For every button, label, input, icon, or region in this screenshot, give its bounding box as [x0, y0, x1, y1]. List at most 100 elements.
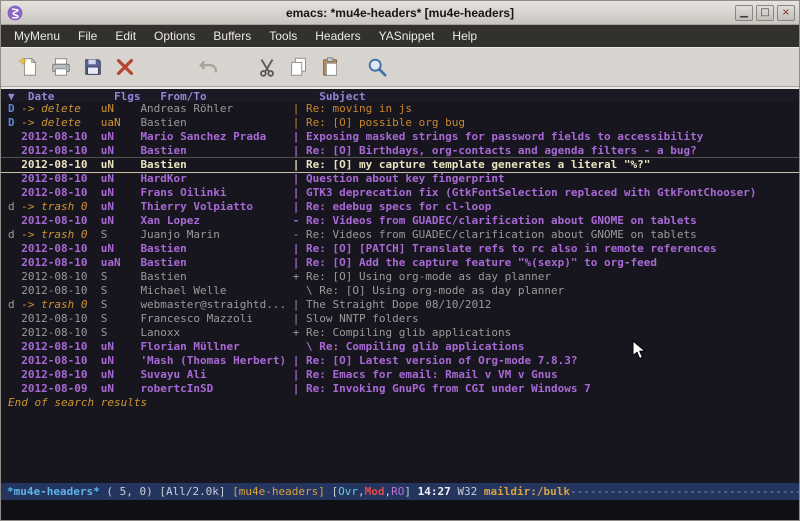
message-row[interactable]: d-> trash 0SJuanjo Marin- Re: Videos fro…	[1, 228, 799, 242]
cut-button[interactable]	[251, 52, 283, 82]
cell-flags: uN	[101, 200, 141, 214]
toolbar	[1, 47, 799, 87]
message-row[interactable]: 2012-08-10uNXan Lopez- Re: Videos from G…	[1, 214, 799, 228]
cell-from: Bastien	[140, 270, 292, 284]
cell-date: 2012-08-10	[21, 368, 100, 382]
menu-item-help[interactable]: Help	[443, 25, 486, 47]
cell-flags: uN	[101, 144, 141, 158]
modeline-segment: ----------------------------------------…	[570, 485, 799, 498]
cell-flags: uN	[101, 368, 141, 382]
cell-date: 2012-08-10	[21, 158, 100, 172]
message-row[interactable]: d-> trash 0Swebmaster@straightd...| The …	[1, 298, 799, 312]
message-row[interactable]: 2012-08-10uNMario Sanchez Prada| Exposin…	[1, 130, 799, 144]
cell-flags: uaN	[101, 256, 141, 270]
cell-date: 2012-08-10	[21, 256, 100, 270]
menu-item-edit[interactable]: Edit	[106, 25, 145, 47]
maximize-button[interactable]: □	[756, 5, 774, 21]
undo-button[interactable]	[193, 52, 225, 82]
titlebar[interactable]: emacs: *mu4e-headers* [mu4e-headers] ▁ □…	[1, 1, 799, 25]
cell-from: robertcInSD	[140, 382, 292, 396]
menu-item-tools[interactable]: Tools	[260, 25, 306, 47]
menu-item-mymenu[interactable]: MyMenu	[5, 25, 69, 47]
menu-item-yasnippet[interactable]: YASnippet	[370, 25, 444, 47]
new-file-button[interactable]	[13, 52, 45, 82]
cell-mark: d	[8, 200, 21, 214]
cell-date: 2012-08-10	[21, 354, 100, 368]
cell-subject: | GTK3 deprecation fix (GtkFontSelection…	[293, 186, 757, 199]
cell-from: Bastien	[140, 242, 292, 256]
message-row[interactable]: 2012-08-10uNFrans Oilinki| GTK3 deprecat…	[1, 186, 799, 200]
menu-item-buffers[interactable]: Buffers	[204, 25, 260, 47]
message-row[interactable]: 2012-08-10SBastien+ Re: [O] Using org-mo…	[1, 270, 799, 284]
message-row[interactable]: 2012-08-10uNBastien| Re: [O] my capture …	[1, 158, 799, 172]
message-row[interactable]: 2012-08-10uNBastien| Re: [O] [PATCH] Tra…	[1, 242, 799, 256]
cell-mark: D	[8, 116, 21, 130]
menu-item-headers[interactable]: Headers	[306, 25, 369, 47]
cell-flags: S	[101, 284, 141, 298]
message-row[interactable]: 2012-08-10uNHardKor| Question about key …	[1, 172, 799, 186]
cell-subject: | Re: edebug specs for cl-loop	[293, 200, 492, 213]
emacs-window: emacs: *mu4e-headers* [mu4e-headers] ▁ □…	[0, 0, 800, 521]
message-row[interactable]: 2012-08-10SLanoxx+ Re: Compiling glib ap…	[1, 326, 799, 340]
emacs-icon	[7, 5, 23, 21]
message-row[interactable]: 2012-08-10uN'Mash (Thomas Herbert)| Re: …	[1, 354, 799, 368]
print-icon	[50, 56, 72, 78]
menubar: MyMenuFileEditOptionsBuffersToolsHeaders…	[1, 25, 799, 47]
cell-from: Bastien	[140, 144, 292, 158]
paste-button[interactable]	[315, 52, 347, 82]
undo-icon	[198, 56, 220, 78]
cell-subject: | Slow NNTP folders	[293, 312, 419, 325]
print-button[interactable]	[45, 52, 77, 82]
cell-flags: uN	[101, 214, 141, 228]
cell-flags: uN	[101, 186, 141, 200]
search-button[interactable]	[361, 52, 393, 82]
copy-button[interactable]	[283, 52, 315, 82]
save-button[interactable]	[77, 52, 109, 82]
cell-date: 2012-08-10	[21, 130, 100, 144]
modeline-segment: W32	[451, 485, 484, 498]
message-row[interactable]: D-> deleteuaNBastien| Re: [O] possible o…	[1, 116, 799, 130]
cell-subject: | Re: [O] Latest version of Org-mode 7.8…	[293, 354, 578, 367]
cell-from: Xan Lopez	[140, 214, 292, 228]
cell-date: 2012-08-10	[21, 284, 100, 298]
message-row[interactable]: d-> trash 0uNThierry Volpiatto| Re: edeb…	[1, 200, 799, 214]
message-row[interactable]: D-> deleteuNAndreas Röhler| Re: moving i…	[1, 102, 799, 116]
cell-flags: S	[101, 326, 141, 340]
cell-flags: uN	[101, 382, 141, 396]
modeline-segment: ]	[404, 485, 417, 498]
modeline-segment: RO	[391, 485, 404, 498]
cell-mark: D	[8, 102, 21, 116]
modeline-segment: ( 5, 0)	[100, 485, 160, 498]
message-row[interactable]: 2012-08-09uNrobertcInSD| Re: Invoking Gn…	[1, 382, 799, 396]
cell-subject: | Exposing masked strings for password f…	[293, 130, 704, 143]
message-row[interactable]: 2012-08-10uNSuvayu Ali| Re: Emacs for em…	[1, 368, 799, 382]
cell-date: -> delete	[21, 116, 100, 130]
message-row[interactable]: 2012-08-10uNBastien| Re: [O] Birthdays, …	[1, 144, 799, 158]
header-line: ▼ Date Flgs From/To Subject	[1, 87, 799, 102]
new-file-icon	[18, 56, 40, 78]
close-buffer-button[interactable]	[109, 52, 141, 82]
modeline-segment: Mod	[365, 485, 385, 498]
minimize-button[interactable]: ▁	[735, 5, 753, 21]
cell-flags: uN	[101, 172, 141, 186]
cell-subject: | Re: Emacs for email: Rmail v VM v Gnus	[293, 368, 558, 381]
cell-from: Mario Sanchez Prada	[140, 130, 292, 144]
cell-flags: S	[101, 228, 141, 242]
menu-item-file[interactable]: File	[69, 25, 106, 47]
cell-from: Bastien	[140, 158, 292, 172]
cell-from: Bastien	[140, 256, 292, 270]
message-row[interactable]: 2012-08-10SMichael Welle \ Re: [O] Using…	[1, 284, 799, 298]
close-buffer-icon	[114, 56, 136, 78]
save-icon	[82, 56, 104, 78]
cell-date: 2012-08-10	[21, 326, 100, 340]
message-row[interactable]: 2012-08-10uNFlorian Müllner \ Re: Compil…	[1, 340, 799, 354]
cell-date: 2012-08-10	[21, 270, 100, 284]
echo-area[interactable]	[1, 500, 799, 520]
message-row[interactable]: 2012-08-10uaNBastien| Re: [O] Add the ca…	[1, 256, 799, 270]
cell-subject: - Re: Videos from GUADEC/clarification a…	[293, 228, 697, 241]
menu-item-options[interactable]: Options	[145, 25, 204, 47]
close-button[interactable]: ×	[777, 5, 795, 21]
message-row[interactable]: 2012-08-10SFrancesco Mazzoli| Slow NNTP …	[1, 312, 799, 326]
cell-subject: | Re: [O] my capture template generates …	[293, 158, 651, 171]
window-controls: ▁ □ ×	[735, 5, 795, 21]
